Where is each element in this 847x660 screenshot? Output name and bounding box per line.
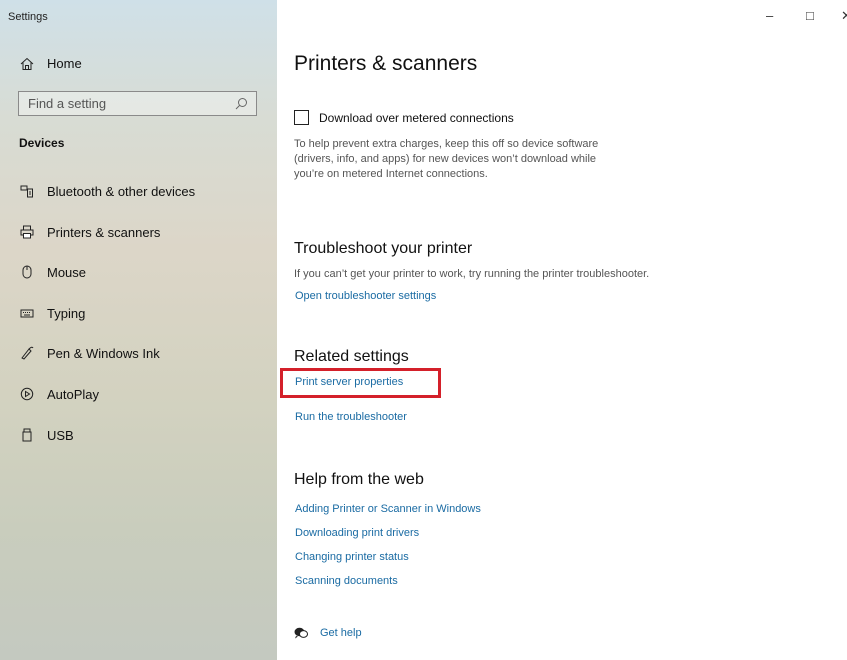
page-title: Printers & scanners (294, 52, 478, 75)
home-label: Home (47, 56, 82, 71)
metered-description-line: (drivers, info, and apps) for new device… (294, 153, 597, 165)
autoplay-icon (20, 387, 34, 401)
metered-description-line: To help prevent extra charges, keep this… (294, 138, 599, 150)
mouse-icon (20, 265, 34, 279)
sidebar: Settings Home Find a setting Devices Blu… (0, 0, 277, 660)
metered-checkbox[interactable] (294, 110, 309, 125)
sidebar-item-label: Mouse (47, 264, 87, 280)
sidebar-item-label: Bluetooth & other devices (47, 183, 196, 199)
print-server-properties-link[interactable]: Print server properties (295, 376, 403, 388)
get-help-icon (294, 627, 308, 639)
metered-checkbox-row[interactable]: Download over metered connections (294, 110, 514, 125)
help-link-printer-status[interactable]: Changing printer status (295, 551, 409, 563)
sidebar-item-printers[interactable]: Printers & scanners (20, 222, 160, 242)
search-icon[interactable] (235, 97, 248, 110)
search-placeholder: Find a setting (28, 96, 107, 111)
home-nav-item[interactable]: Home (20, 56, 82, 71)
sidebar-item-label: USB (47, 427, 74, 443)
help-link-downloading-drivers[interactable]: Downloading print drivers (295, 527, 419, 539)
metered-checkbox-label: Download over metered connections (319, 110, 514, 125)
sidebar-item-label: Pen & Windows Ink (47, 345, 160, 361)
main-content: Printers & scanners Download over metere… (277, 0, 847, 660)
metered-description: To help prevent extra charges, keep this… (294, 137, 694, 182)
troubleshoot-heading: Troubleshoot your printer (294, 240, 473, 257)
sidebar-item-label: Typing (47, 305, 86, 321)
help-link-adding-printer[interactable]: Adding Printer or Scanner in Windows (295, 503, 481, 515)
section-title: Devices (19, 136, 65, 150)
metered-description-line: you’re on metered Internet connections. (294, 168, 488, 180)
sidebar-item-usb[interactable]: USB (20, 425, 74, 445)
help-link-scanning[interactable]: Scanning documents (295, 575, 398, 587)
sidebar-item-bluetooth[interactable]: Bluetooth & other devices (20, 181, 195, 201)
related-settings-heading: Related settings (294, 348, 409, 365)
open-troubleshooter-link[interactable]: Open troubleshooter settings (295, 290, 436, 302)
run-troubleshooter-link[interactable]: Run the troubleshooter (295, 411, 407, 423)
search-input[interactable]: Find a setting (18, 91, 257, 116)
printer-icon (20, 225, 34, 239)
help-web-heading: Help from the web (294, 471, 424, 488)
usb-icon (20, 428, 34, 442)
get-help-label: Get help (320, 627, 362, 639)
window-title: Settings (8, 11, 48, 23)
get-help-link[interactable]: Get help (294, 627, 362, 639)
home-icon (20, 57, 34, 70)
bluetooth-devices-icon (20, 184, 34, 198)
sidebar-item-label: AutoPlay (47, 386, 100, 402)
sidebar-item-pen[interactable]: Pen & Windows Ink (20, 343, 160, 363)
sidebar-item-typing[interactable]: Typing (20, 303, 85, 323)
sidebar-item-mouse[interactable]: Mouse (20, 262, 86, 282)
sidebar-item-label: Printers & scanners (47, 224, 161, 240)
sidebar-item-autoplay[interactable]: AutoPlay (20, 384, 99, 404)
pen-icon (20, 346, 34, 360)
keyboard-icon (20, 306, 34, 320)
troubleshoot-text: If you can’t get your printer to work, t… (294, 268, 650, 280)
